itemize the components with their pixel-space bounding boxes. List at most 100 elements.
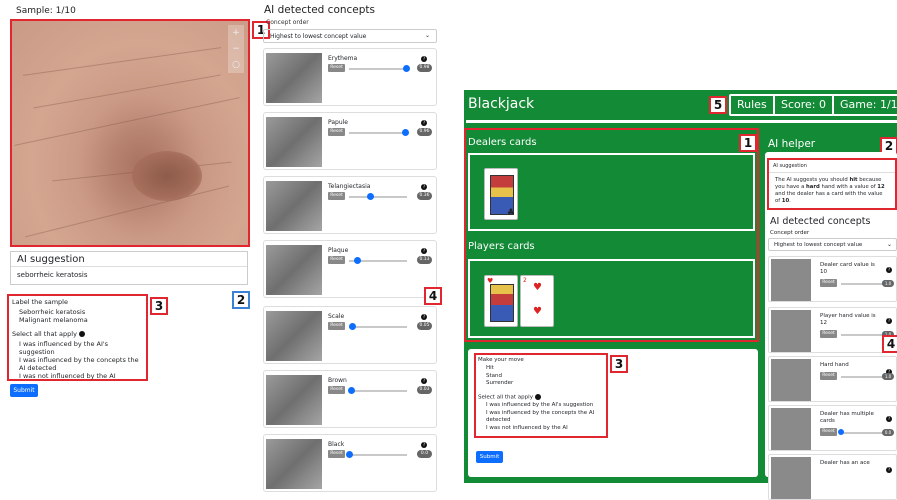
reset-button[interactable]: Reset bbox=[328, 322, 345, 330]
help-icon[interactable]: ? bbox=[421, 378, 427, 384]
ai-suggestion-card: AI suggestion seborrheic keratosis bbox=[10, 251, 248, 285]
move-option-surrender[interactable]: Surrender bbox=[476, 380, 606, 388]
help-icon[interactable]: ? bbox=[421, 184, 427, 190]
label-option[interactable]: Malignant melanoma bbox=[9, 316, 146, 324]
tag-2-left: 2 bbox=[232, 291, 250, 309]
helper-concept-card: Dealer has multiple cards? Reset 0.0 bbox=[768, 405, 897, 451]
tag-3-right: 3 bbox=[610, 355, 628, 373]
concept-thumbnail bbox=[771, 359, 811, 401]
concept-order-select[interactable]: Highest to lowest concept value ⌄ bbox=[263, 29, 437, 43]
concept-slider-knob[interactable] bbox=[402, 65, 410, 72]
reset-button[interactable]: Reset bbox=[328, 64, 345, 72]
influence-option[interactable]: I was influenced by the AI's suggestion bbox=[9, 340, 146, 356]
help-icon[interactable]: ? bbox=[421, 248, 427, 254]
help-icon[interactable]: ? bbox=[886, 267, 892, 273]
ai-helper-title: AI helper bbox=[768, 138, 816, 150]
reset-button[interactable]: Reset bbox=[820, 372, 837, 380]
dealer-card-queen-clubs: ♣ bbox=[484, 168, 518, 220]
concept-thumbnail bbox=[266, 53, 322, 103]
help-icon[interactable]: ? bbox=[421, 442, 427, 448]
tag-4-right: 4 bbox=[882, 335, 897, 353]
reset-button[interactable]: Reset bbox=[820, 330, 837, 338]
concept-slider-track[interactable] bbox=[841, 334, 885, 336]
reset-button[interactable]: Reset bbox=[820, 279, 837, 287]
helper-concept-order-value: Highest to lowest concept value bbox=[774, 242, 863, 248]
reset-button[interactable]: Reset bbox=[820, 428, 837, 436]
submit-button[interactable]: Submit bbox=[10, 384, 38, 397]
progress-bar bbox=[466, 120, 897, 123]
skin-lesion-image[interactable]: + − ○ bbox=[10, 19, 250, 247]
reset-button[interactable]: Reset bbox=[328, 450, 345, 458]
submit-button[interactable]: Submit bbox=[476, 451, 503, 463]
help-icon[interactable] bbox=[79, 331, 86, 337]
reset-button[interactable]: Reset bbox=[328, 386, 345, 394]
concept-name: Scale bbox=[328, 313, 345, 320]
influence-option[interactable]: I was not influenced by the AI bbox=[9, 372, 146, 380]
concept-slider-track[interactable] bbox=[349, 132, 407, 134]
influence-option[interactable]: I was influenced by the AI's suggestion bbox=[476, 402, 606, 410]
move-option-stand[interactable]: Stand bbox=[476, 373, 606, 381]
concept-slider-track[interactable] bbox=[349, 326, 407, 328]
label-option[interactable]: Seborrheic keratosis bbox=[9, 308, 146, 316]
ai-suggestion-text: The AI suggests you should hit because y… bbox=[775, 177, 885, 204]
concept-slider-knob[interactable] bbox=[838, 429, 844, 435]
concept-slider-track[interactable] bbox=[349, 454, 407, 456]
influence-option[interactable]: I was influenced by the concepts the AI … bbox=[9, 356, 146, 372]
concept-value-badge: 0.36 bbox=[417, 192, 432, 200]
concept-slider-track[interactable] bbox=[841, 283, 885, 285]
helper-concept-card: Player hand value is 12? Reset 1.0 bbox=[768, 307, 897, 353]
concept-card: Plaque? Reset 0.13 bbox=[263, 240, 437, 298]
help-icon[interactable]: ? bbox=[886, 416, 892, 422]
influence-option[interactable]: I was influenced by the concepts the AI … bbox=[476, 410, 606, 425]
help-icon[interactable]: ? bbox=[421, 314, 427, 320]
zoom-in-button[interactable]: + bbox=[228, 25, 244, 41]
help-icon[interactable] bbox=[534, 393, 541, 400]
concept-slider-track[interactable] bbox=[349, 196, 407, 198]
helper-concept-card: Dealer has an ace? bbox=[768, 454, 897, 500]
zoom-reset-button[interactable]: ○ bbox=[228, 57, 244, 73]
concept-thumbnail bbox=[771, 408, 811, 450]
move-option-hit[interactable]: Hit bbox=[476, 365, 606, 373]
player-card-queen-hearts: ♥ bbox=[484, 275, 518, 327]
concept-thumbnail bbox=[266, 375, 322, 425]
tag-4-mid: 4 bbox=[424, 287, 442, 305]
concept-slider-track[interactable] bbox=[349, 68, 407, 70]
ai-suggestion-header: AI suggestion bbox=[769, 160, 895, 173]
help-icon[interactable]: ? bbox=[886, 467, 892, 473]
reset-button[interactable]: Reset bbox=[328, 128, 345, 136]
move-form: Make your move Hit Stand Surrender Selec… bbox=[474, 353, 608, 438]
tag-5-right: 5 bbox=[709, 96, 727, 114]
heart-icon: ♥ bbox=[533, 282, 542, 293]
concept-value-badge: 0.0 bbox=[417, 450, 432, 458]
concept-thumbnail bbox=[771, 310, 811, 352]
move-title: Make your move bbox=[478, 357, 524, 363]
reset-button[interactable]: Reset bbox=[328, 192, 345, 200]
concept-slider-track[interactable] bbox=[841, 432, 885, 434]
concept-slider-knob[interactable] bbox=[346, 451, 353, 458]
concept-slider-track[interactable] bbox=[841, 376, 885, 378]
concept-slider-knob[interactable] bbox=[348, 323, 356, 330]
concept-thumbnail bbox=[266, 117, 322, 167]
game-badge: Game: 1/14 bbox=[832, 94, 897, 116]
concept-slider-knob[interactable] bbox=[401, 129, 409, 136]
concept-slider-knob[interactable] bbox=[353, 257, 361, 264]
ai-suggestion-value: seborrheic keratosis bbox=[17, 271, 88, 279]
select-all-title: Select all that apply bbox=[9, 328, 146, 340]
concept-slider-track[interactable] bbox=[349, 390, 407, 392]
helper-concept-order-select[interactable]: Highest to lowest concept value ⌄ bbox=[768, 238, 897, 251]
concept-name: Erythema bbox=[328, 55, 358, 62]
concept-slider-knob[interactable] bbox=[366, 193, 374, 200]
concept-value-badge: 1.0 bbox=[882, 279, 894, 287]
help-icon[interactable]: ? bbox=[886, 318, 892, 324]
influence-option[interactable]: I was not influenced by the AI bbox=[476, 425, 606, 433]
help-icon[interactable]: ? bbox=[421, 120, 427, 126]
reset-button[interactable]: Reset bbox=[328, 256, 345, 264]
concept-name: Plaque bbox=[328, 247, 349, 254]
zoom-out-button[interactable]: − bbox=[228, 41, 244, 57]
heart-icon: ♥ bbox=[533, 306, 542, 317]
ai-suggestion-title: AI suggestion bbox=[11, 252, 247, 267]
rules-button[interactable]: Rules bbox=[729, 94, 775, 116]
concept-slider-knob[interactable] bbox=[347, 387, 355, 394]
help-icon[interactable]: ? bbox=[421, 56, 427, 62]
concept-card: Telangiectasia? Reset 0.36 bbox=[263, 176, 437, 234]
